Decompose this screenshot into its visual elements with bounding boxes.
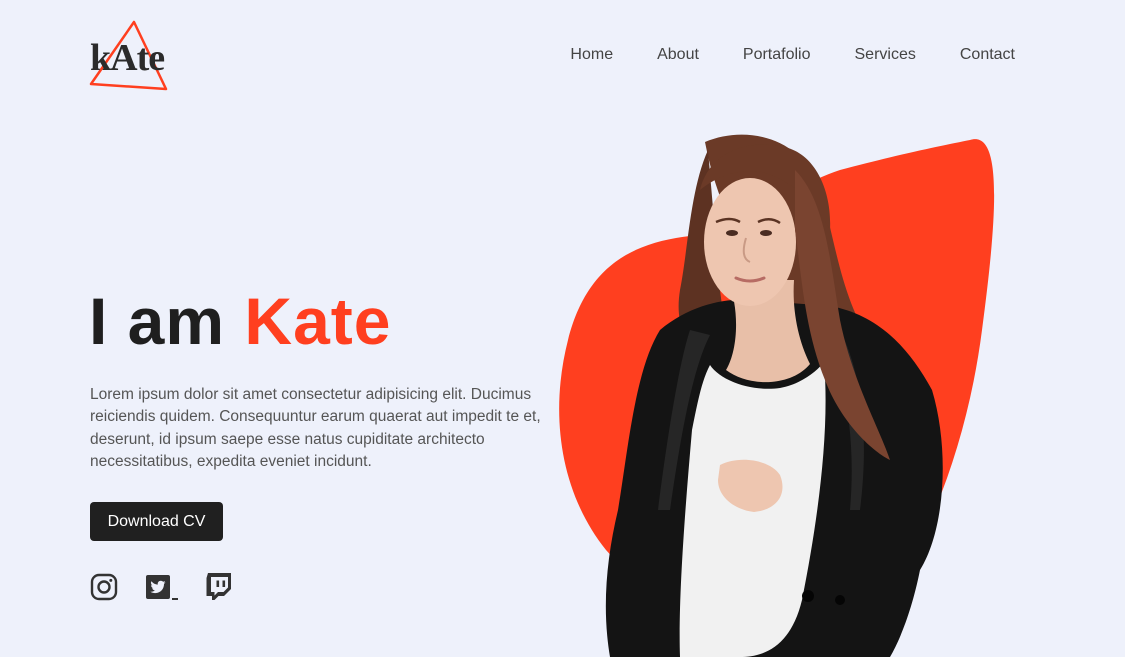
landing-page: kAte Home About Portafolio Services Cont… (0, 0, 1125, 657)
logo-text: kAte (90, 37, 165, 79)
brand-logo[interactable]: kAte (89, 20, 181, 92)
nav-item-services[interactable]: Services (855, 46, 916, 64)
nav-item-portfolio[interactable]: Portafolio (743, 46, 811, 64)
twitch-icon[interactable] (204, 572, 234, 602)
main-nav: Home About Portafolio Services Contact (570, 46, 1015, 64)
nav-item-contact[interactable]: Contact (960, 46, 1015, 64)
hero-intro: Lorem ipsum dolor sit amet consectetur a… (90, 386, 541, 470)
twitter-icon[interactable] (144, 572, 180, 602)
download-cv-button[interactable]: Download CV (90, 502, 223, 541)
hero-headline: I am Kate (89, 283, 391, 359)
headline-prefix: I am (89, 284, 245, 358)
nav-item-home[interactable]: Home (570, 46, 613, 64)
hero-portrait-image (559, 134, 995, 657)
instagram-icon[interactable] (90, 572, 120, 602)
nav-item-about[interactable]: About (657, 46, 699, 64)
headline-name: Kate (244, 284, 392, 358)
social-links (90, 572, 234, 602)
